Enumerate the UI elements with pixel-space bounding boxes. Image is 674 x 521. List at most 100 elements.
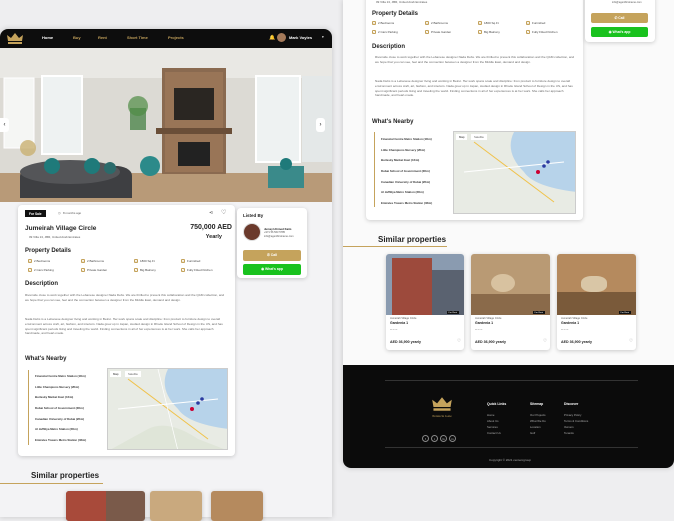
footer-link[interactable]: Contact Us (487, 431, 501, 435)
call-button-right[interactable]: ✆ Call (591, 13, 648, 23)
sofa-icon: ▭ (181, 259, 185, 263)
similar-price: AED 36,900 yearly (475, 340, 506, 344)
feature-bathrooms: ▭2 Bathrooms (81, 259, 104, 263)
whats-nearby-heading: What's Nearby (25, 356, 66, 362)
footer-link[interactable]: Owners (564, 425, 574, 429)
similar-heading: Similar properties (31, 471, 99, 480)
listing-location: 09 Villa 13, JBR, United Arab Emirates (29, 235, 80, 239)
footer-link[interactable]: What We Do (530, 419, 546, 423)
nav-buy[interactable]: Buy (73, 35, 81, 40)
similar-card[interactable]: For Rent Jumeirah Village Circle Gardeni… (386, 254, 464, 350)
footer-link[interactable]: Privacy Policy (564, 413, 581, 417)
similar-card[interactable]: For Rent Jumeirah Village Circle Gardeni… (557, 254, 636, 350)
crown-logo-icon[interactable] (6, 32, 24, 45)
map-tab-satellite[interactable]: Satellite (125, 371, 141, 377)
feature-area: ▭1800 Sq.Ft (134, 259, 155, 263)
footer-link[interactable]: About Us (487, 419, 499, 423)
listing-title: Jumeirah Village Circle (25, 225, 96, 232)
nearby-item: Canadian University of Dubai (2Km) (381, 180, 430, 184)
user-name[interactable]: Mark Voyles (289, 35, 312, 40)
nearby-divider (374, 132, 375, 207)
feature-garden: ✓Private Garden (81, 268, 107, 272)
hero-image (0, 48, 332, 202)
footer-link[interactable]: Services (487, 425, 498, 429)
nearby-item: Little Champions Nursery (2Km) (381, 148, 425, 152)
social-icons: ftGin (422, 427, 466, 435)
nearby-item: Financial Centre Metro Station (1Km) (381, 137, 432, 141)
linkedin-icon[interactable]: in (449, 435, 456, 442)
nearby-divider (28, 370, 29, 445)
footer-link[interactable]: Location (530, 425, 541, 429)
similar-price: AED 36,900 yearly (561, 340, 592, 344)
nav-short-time[interactable]: Short Time (127, 35, 148, 40)
heart-icon[interactable]: ♡ (629, 338, 633, 344)
footer-link[interactable]: Golf (530, 431, 535, 435)
feature-bathrooms: ▭2 Bathrooms (425, 21, 448, 25)
similar-heading-right: Similar properties (378, 235, 446, 244)
map-tab-map[interactable]: Map (456, 134, 467, 140)
footer-link[interactable]: Our Projects (530, 413, 546, 417)
slide-dots[interactable] (148, 195, 182, 198)
whatsapp-button[interactable]: ◉ What's app (243, 264, 301, 275)
bed-icon: ▭ (372, 21, 376, 25)
price: 750,000 AED (180, 224, 232, 231)
similar-card-image (557, 254, 636, 315)
description-paragraph-2: Nada Debs is a Lebanese designer living … (25, 317, 225, 336)
map-tab-map[interactable]: Map (110, 371, 121, 377)
footer-crown-logo-icon[interactable] (431, 396, 453, 412)
feature-furnished: ▭Furnished (526, 21, 545, 25)
feature-balcony: ✓Big Balcony (134, 268, 156, 272)
bed-icon: ▭ (28, 259, 32, 263)
similar-underline (0, 483, 103, 484)
bath-icon: ▭ (425, 21, 429, 25)
avatar[interactable] (277, 33, 286, 42)
nav-projects[interactable]: Projects (168, 35, 184, 40)
map-tab-satellite[interactable]: Satellite (471, 134, 487, 140)
facebook-icon[interactable]: f (422, 435, 429, 442)
bell-icon[interactable]: 🔔 (269, 35, 275, 41)
twitter-icon[interactable]: t (431, 435, 438, 442)
nav-rent[interactable]: Rent (98, 35, 107, 40)
similar-location: Jumeirah Village Circle (475, 317, 501, 320)
similar-card-image (386, 254, 464, 315)
next-slide-button[interactable]: › (316, 118, 325, 132)
property-details-heading: Property Details (25, 248, 71, 254)
feature-area: ▭1800 Sq.Ft (478, 21, 499, 25)
footer-link[interactable]: Terms & Conditions (564, 419, 588, 423)
call-button[interactable]: ✆ Call (243, 250, 301, 261)
heart-icon[interactable]: ♡ (221, 209, 226, 216)
share-icon[interactable]: ⋖ (209, 210, 213, 216)
map-widget-right[interactable]: Map Satellite (453, 131, 576, 214)
bath-icon: ▭ (81, 259, 85, 263)
nav-home[interactable]: Home (42, 35, 53, 40)
footer-link[interactable]: Home (487, 413, 494, 417)
prev-slide-button[interactable]: ‹ (0, 118, 9, 132)
price-period: Yearly (180, 234, 222, 240)
chevron-down-icon[interactable]: ▾ (322, 35, 324, 39)
agent-phone: +971 56 563 5785 (264, 231, 285, 234)
description-paragraph-1: Riverside close to work together with th… (375, 55, 575, 65)
area-icon: ▭ (134, 259, 138, 263)
similar-badge: For Rent (619, 311, 631, 314)
nearby-item: Burlesky Market East (1Km) (381, 158, 419, 162)
agent-email-right: info@agentfirstname.com (612, 1, 642, 4)
copyright: Copyright © 2021 centenrgroup (470, 458, 550, 462)
whatsapp-button-right[interactable]: ◉ What's app (591, 27, 648, 37)
sofa-icon: ▭ (526, 21, 530, 25)
feature-parking: ✓2 Cars Parking (372, 30, 398, 34)
heart-icon[interactable]: ♡ (543, 338, 547, 344)
similar-badge: For Rent (447, 311, 459, 314)
listed-by-heading: Listed By (243, 213, 263, 218)
check-icon: ✓ (81, 268, 85, 272)
footer (343, 365, 674, 468)
footer-link[interactable]: Tenants (564, 431, 574, 435)
similar-badge: For Rent (533, 311, 545, 314)
heart-icon[interactable]: ♡ (457, 338, 461, 344)
footer-brand: Pentacle Gate (424, 414, 460, 418)
nearby-item: Financial Centre Metro Station (1Km) (35, 374, 86, 378)
map-widget[interactable]: Map Satellite (107, 368, 228, 450)
similar-card[interactable]: For Rent Jumeirah Village Circle Gardeni… (471, 254, 550, 350)
nearby-item: Emirates Towers Metro Station (3Km) (35, 438, 86, 442)
whats-nearby-heading-right: What's Nearby (372, 119, 413, 125)
google-plus-icon[interactable]: G (440, 435, 447, 442)
